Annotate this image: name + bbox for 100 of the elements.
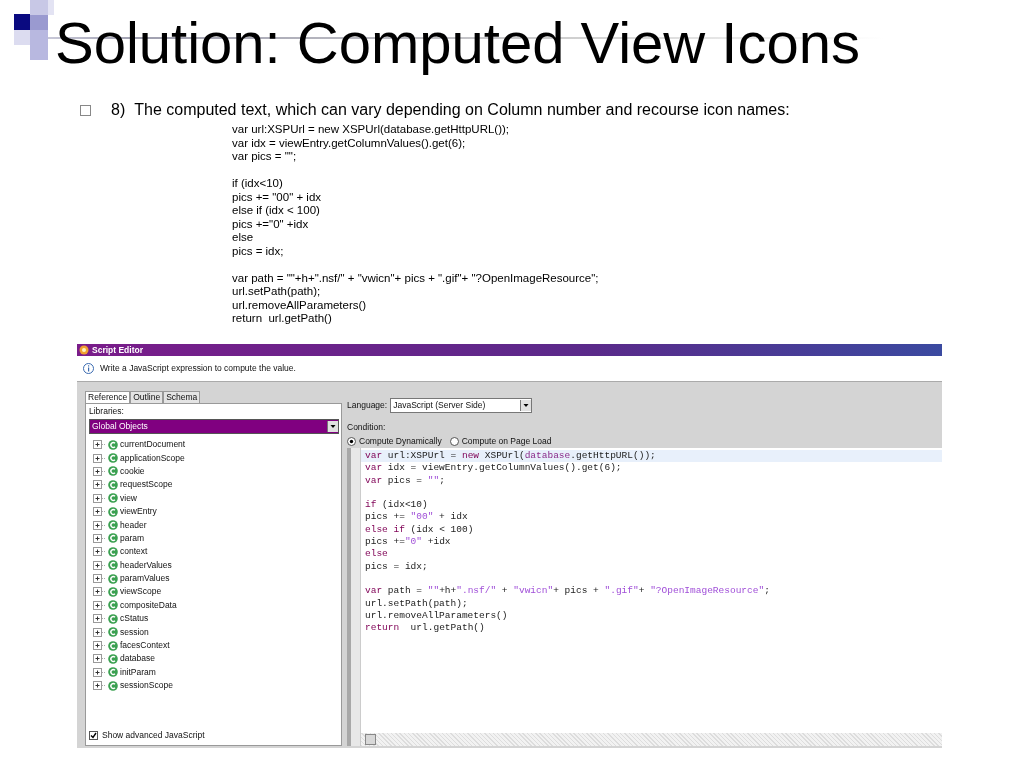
tree-item[interactable]: session	[120, 626, 149, 638]
code-line: if (idx<10)	[364, 499, 429, 512]
expand-icon[interactable]	[93, 493, 106, 503]
expand-icon[interactable]	[93, 560, 106, 570]
expand-icon[interactable]	[93, 667, 106, 677]
tree-item[interactable]: headerValues	[120, 559, 172, 571]
libraries-dropdown[interactable]: Global Objects	[89, 419, 339, 434]
class-icon	[108, 587, 118, 597]
caret-icon	[327, 421, 338, 432]
expand-icon[interactable]	[93, 627, 106, 637]
tab[interactable]: Outline	[130, 391, 164, 403]
class-icon	[108, 439, 118, 450]
expand-icon[interactable]	[93, 641, 106, 651]
code-line: url.setPath(path);	[232, 285, 321, 299]
language-dropdown[interactable]: JavaScript (Server Side)	[390, 398, 533, 413]
code-line: url.removeAllParameters()	[364, 609, 509, 623]
class-icon	[108, 613, 118, 624]
tree-item[interactable]: sessionScope	[120, 680, 173, 692]
expand-icon[interactable]	[93, 453, 106, 463]
class-icon	[108, 453, 118, 464]
class-icon	[108, 506, 118, 517]
tree-item[interactable]: view	[120, 492, 137, 504]
code-line: var url:XSPUrl = new XSPUrl(database.getHttpURL());	[232, 123, 510, 137]
checkbox[interactable]	[89, 731, 98, 740]
class-icon	[108, 533, 118, 544]
code-line: return url.getPath()	[364, 622, 486, 635]
tab[interactable]: Schema	[163, 391, 201, 403]
class-icon	[108, 466, 118, 477]
tree-item[interactable]: viewEntry	[120, 506, 157, 518]
code-line: else if (idx < 100)	[232, 204, 320, 218]
tree-item[interactable]: viewScope	[120, 586, 162, 598]
bullet-text: The computed text, which can vary depending on Column number and recourse icon names:	[134, 102, 790, 118]
class-icon	[108, 627, 118, 638]
expand-icon[interactable]	[93, 600, 106, 610]
class-icon	[108, 560, 118, 571]
code-line: var path = ""+h+".nsf/" + "vwicn"+ pics + ".gif"+ "?OpenImageResource";	[364, 585, 771, 598]
code-line: else	[232, 231, 254, 245]
class-icon	[108, 680, 118, 691]
class-icon	[108, 600, 118, 611]
code-line: url.setPath(path);	[364, 597, 469, 610]
expand-icon[interactable]	[93, 587, 106, 597]
tree-item[interactable]: header	[120, 519, 147, 531]
expand-icon[interactable]	[93, 574, 106, 584]
class-icon	[108, 667, 118, 678]
code-line: else	[364, 548, 389, 561]
expand-icon[interactable]	[93, 654, 106, 664]
tree-item[interactable]: cStatus	[120, 613, 149, 625]
class-icon	[108, 653, 118, 664]
bullet-number: 8)	[111, 102, 126, 118]
tree-item[interactable]: initParam	[120, 666, 156, 678]
code-line: var path = ""+h+".nsf/" + "vwicn"+ pics + ".gif"+ "?OpenImageResource";	[232, 271, 599, 285]
code-line: pics += "00" + idx	[364, 511, 469, 524]
radio-button[interactable]	[347, 437, 356, 446]
expand-icon[interactable]	[93, 547, 106, 557]
expand-icon[interactable]	[93, 533, 106, 543]
tree-item[interactable]: facesContext	[120, 640, 170, 652]
code-line: return url.getPath()	[232, 312, 332, 326]
code-line: var idx = viewEntry.getColumnValues().get(6);	[364, 462, 623, 475]
radio-label: Compute Dynamically	[359, 436, 442, 447]
slide-title: Solution: Computed View Icons	[55, 10, 860, 76]
info-icon	[83, 363, 94, 374]
code-line: var pics = "";	[232, 150, 297, 164]
tree-item[interactable]: param	[120, 532, 145, 544]
tree-item[interactable]: paramValues	[120, 573, 170, 585]
condition-label: Condition:	[347, 422, 387, 433]
info-text: Write a JavaScript expression to compute the value.	[100, 363, 296, 374]
expand-icon[interactable]	[93, 466, 106, 476]
expand-icon[interactable]	[93, 440, 106, 450]
horizontal-scrollbar[interactable]	[361, 733, 942, 746]
tree-item[interactable]: requestScope	[120, 479, 173, 491]
tab[interactable]: Reference	[85, 391, 131, 403]
code-line: if (idx<10)	[232, 177, 283, 191]
tree-item[interactable]: cookie	[120, 465, 145, 477]
radio-button[interactable]	[449, 437, 459, 446]
bullet-icon	[80, 104, 91, 116]
code-line: pics +="0" +idx	[232, 217, 309, 231]
expand-icon[interactable]	[93, 520, 106, 530]
language-label: Language:	[347, 400, 388, 411]
tree-item[interactable]: compositeData	[120, 599, 177, 611]
expand-icon[interactable]	[93, 507, 106, 517]
expand-icon[interactable]	[93, 480, 106, 490]
app-icon	[79, 345, 89, 355]
tree-item[interactable]: currentDocument	[120, 439, 186, 451]
expand-icon[interactable]	[93, 681, 106, 691]
code-line: var pics = "";	[364, 474, 446, 487]
tree-item[interactable]: database	[120, 653, 155, 665]
expand-icon[interactable]	[93, 614, 106, 624]
window-title: Script Editor	[92, 344, 143, 356]
tree-item[interactable]: applicationScope	[120, 452, 185, 464]
class-icon	[108, 573, 118, 584]
tree-item[interactable]: context	[120, 546, 148, 558]
libraries-label: Libraries:	[89, 406, 125, 417]
class-icon	[108, 493, 118, 504]
checkbox-label: Show advanced JavaScript	[102, 730, 205, 741]
code-line: else if (idx < 100)	[364, 523, 475, 537]
code-line: pics += "00" + idx	[232, 190, 322, 204]
code-line: var idx = viewEntry.getColumnValues().get(6);	[232, 136, 466, 150]
class-icon	[108, 520, 118, 531]
code-line: url.removeAllParameters()	[232, 298, 367, 312]
class-icon	[108, 479, 118, 490]
